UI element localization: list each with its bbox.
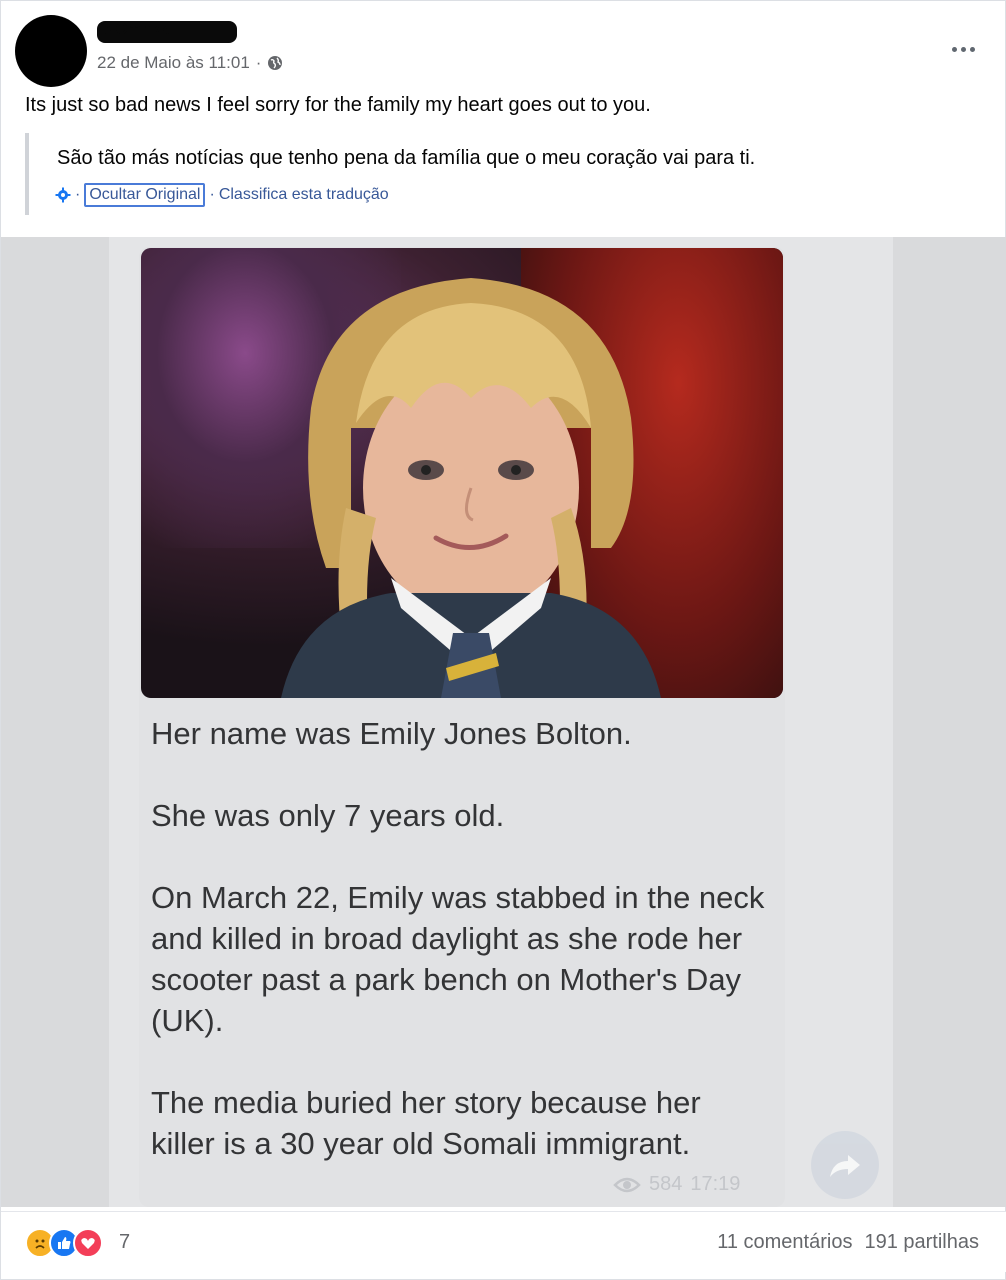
more-options-button[interactable] bbox=[945, 37, 981, 61]
reaction-icons[interactable] bbox=[25, 1228, 103, 1258]
hide-original-link[interactable]: Ocultar Original bbox=[84, 183, 206, 207]
reaction-count[interactable]: 7 bbox=[119, 1231, 130, 1254]
view-count: 584 bbox=[649, 1173, 683, 1195]
comments-count[interactable]: 11 comentários bbox=[717, 1231, 852, 1254]
child-photo bbox=[141, 248, 783, 698]
dot-icon bbox=[969, 46, 975, 52]
gear-icon[interactable] bbox=[55, 187, 71, 203]
facebook-post: Ib Cmhkk 22 de Maio às 11:01 · Its just … bbox=[0, 0, 1006, 1280]
message-time: 17:19 bbox=[690, 1173, 741, 1195]
caption-paragraph: On March 22, Emily was stabbed in the ne… bbox=[151, 880, 765, 1038]
caption-paragraph: Her name was Emily Jones Bolton. bbox=[151, 716, 632, 751]
post-header: Ib Cmhkk 22 de Maio às 11:01 · bbox=[15, 15, 995, 87]
love-icon bbox=[73, 1228, 103, 1258]
reactions-bar: 7 11 comentários 191 partilhas bbox=[1, 1211, 1006, 1272]
share-arrow-button[interactable] bbox=[811, 1131, 879, 1199]
engagement-counts: 11 comentários 191 partilhas bbox=[717, 1231, 979, 1254]
author-name-redacted[interactable]: Ib Cmhkk bbox=[97, 21, 237, 43]
post-text: Its just so bad news I feel sorry for th… bbox=[25, 94, 651, 116]
eye-icon bbox=[613, 1176, 641, 1194]
dot-icon bbox=[951, 46, 957, 52]
translation-text: São tão más notícias que tenho pena da f… bbox=[57, 147, 756, 169]
translation-actions: · Ocultar Original · Classifica esta tra… bbox=[55, 183, 389, 207]
translation-separator: · bbox=[209, 186, 215, 203]
globe-icon bbox=[267, 55, 283, 71]
shares-count[interactable]: 191 partilhas bbox=[864, 1231, 979, 1254]
rate-translation-link[interactable]: Classifica esta tradução bbox=[219, 186, 389, 204]
caption-paragraph: She was only 7 years old. bbox=[151, 798, 505, 833]
post-date[interactable]: 22 de Maio às 11:01 bbox=[97, 53, 250, 73]
meta-separator: · bbox=[255, 53, 262, 72]
translation-block: São tão más notícias que tenho pena da f… bbox=[25, 133, 925, 215]
avatar[interactable] bbox=[15, 15, 87, 87]
image-caption-text: Her name was Emily Jones Bolton. She was… bbox=[151, 713, 771, 1164]
post-meta: 22 de Maio às 11:01 · bbox=[97, 53, 283, 73]
translation-separator: · bbox=[75, 186, 81, 203]
caption-paragraph: The media buried her story because her k… bbox=[151, 1085, 701, 1161]
share-arrow-icon bbox=[830, 1155, 860, 1177]
child-portrait-illustration bbox=[281, 278, 661, 698]
message-meta: 584 17:19 bbox=[613, 1173, 740, 1196]
dot-icon bbox=[960, 46, 966, 52]
